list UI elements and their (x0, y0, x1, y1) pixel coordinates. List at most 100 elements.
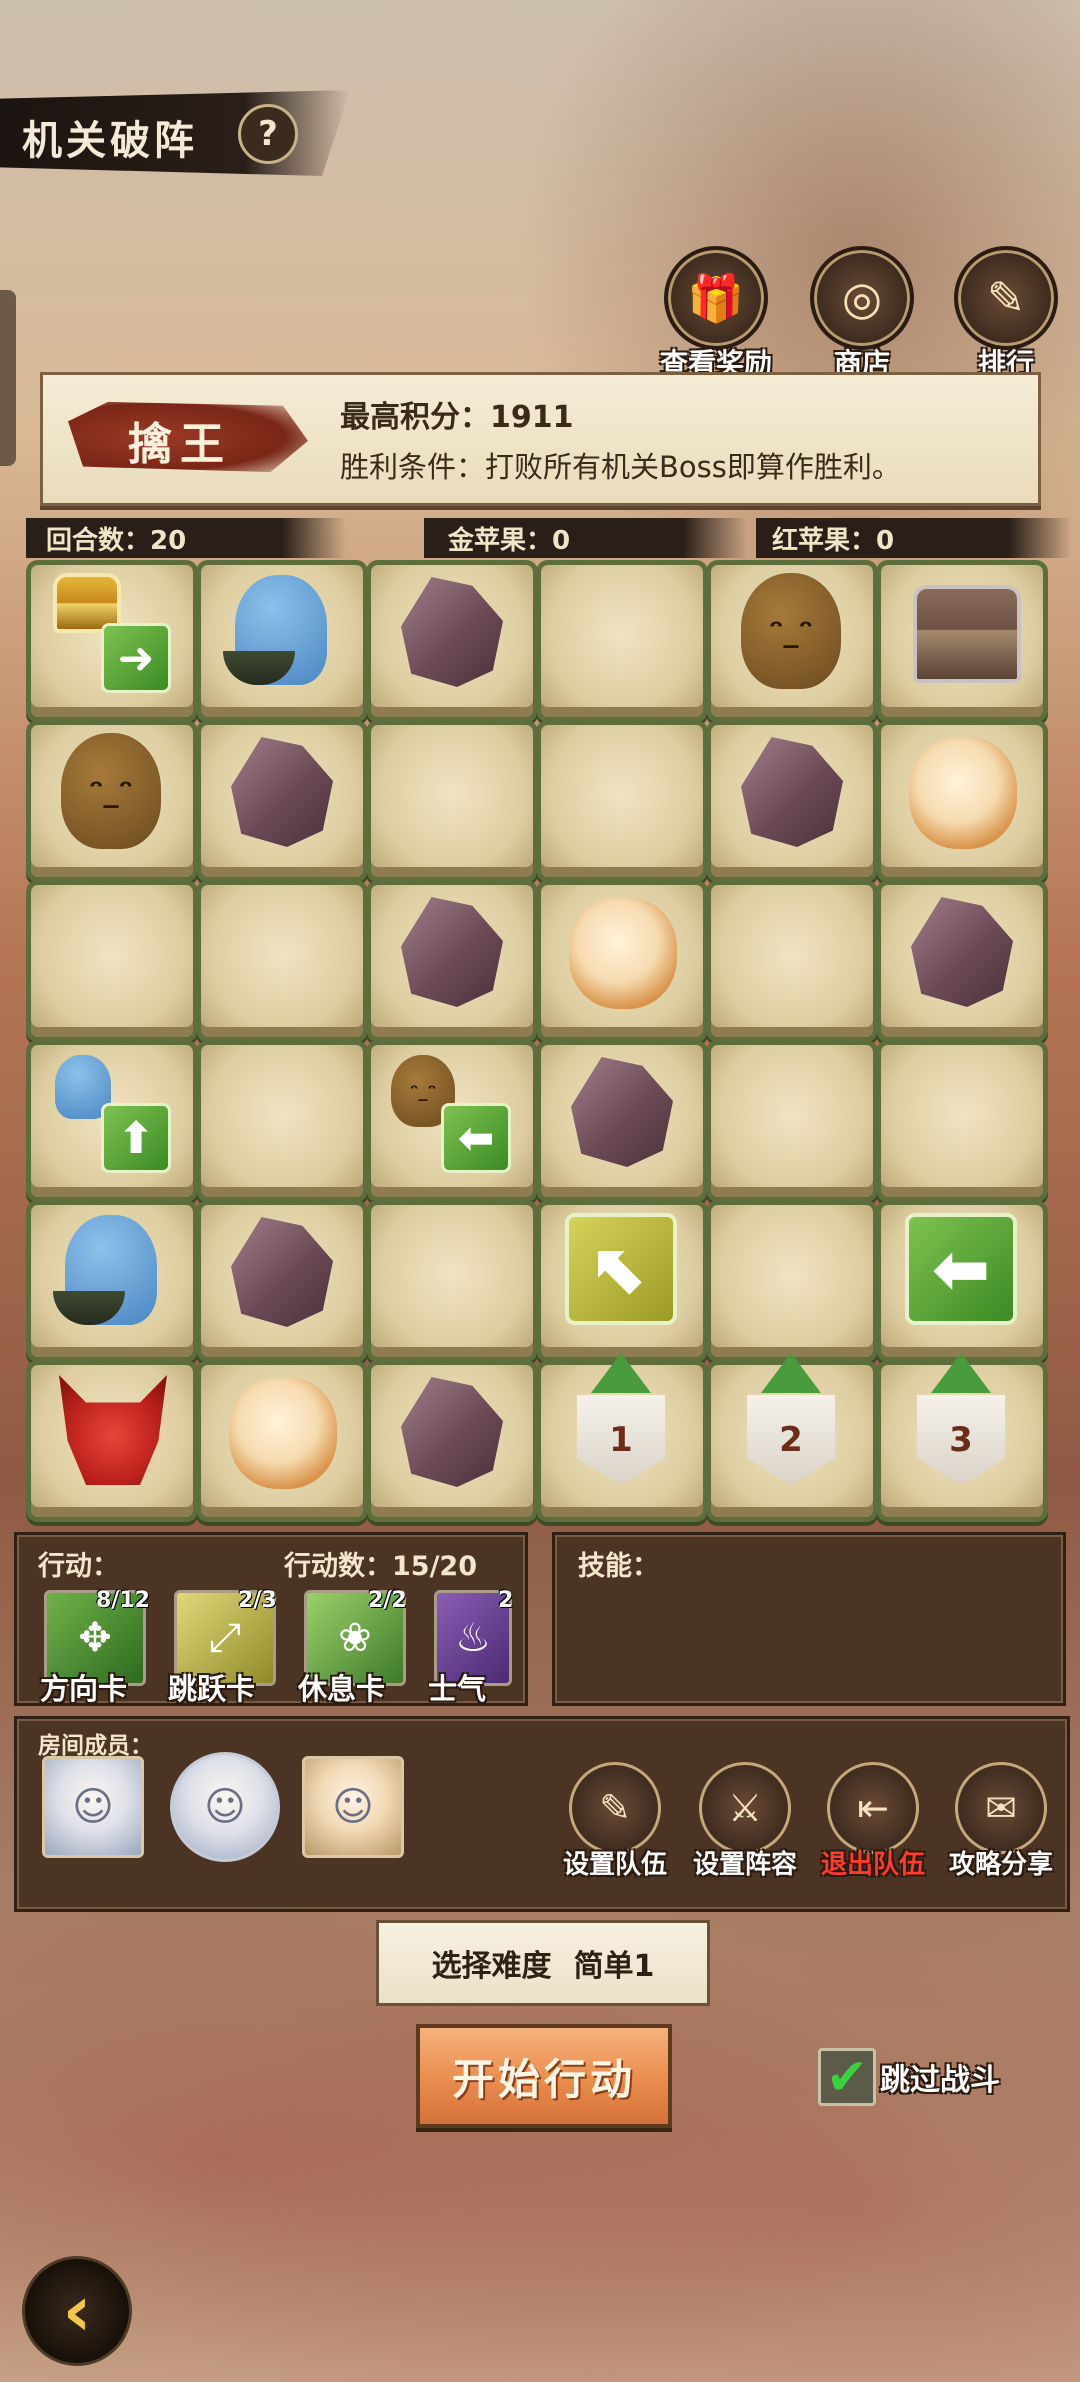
share-guide-button[interactable]: ✉ 攻略分享 (936, 1762, 1066, 1881)
red-apple-stat: 红苹果：0 (756, 518, 1072, 558)
skip-battle-checkbox[interactable]: ✔ (818, 2048, 876, 2106)
board-cell[interactable] (26, 1360, 198, 1522)
jump-card-icon: ⤢ (209, 1615, 241, 1661)
share-guide-label: 攻略分享 (948, 1850, 1053, 1880)
board-cell[interactable]: ᵔ_ᵔ ⬅ (366, 1040, 538, 1202)
board-cell[interactable] (26, 1200, 198, 1362)
lineup-button[interactable]: ⚔ 设置阵容 (680, 1762, 810, 1881)
board-cell[interactable] (196, 720, 368, 882)
board-cell[interactable] (876, 880, 1048, 1042)
board-cell[interactable] (196, 880, 368, 1042)
shiba-dog-icon (569, 897, 677, 1009)
jump-card-count: 2/3 (238, 1588, 277, 1613)
board-cell[interactable]: ⬉ (536, 1200, 708, 1362)
board-cell[interactable] (706, 880, 878, 1042)
board-cell[interactable]: ᵔ_ᵔ (26, 720, 198, 882)
skip-battle-label: 跳过战斗 (880, 2063, 1000, 2098)
actions-count: 行动数：15/20 (284, 1551, 478, 1582)
board-cell[interactable] (536, 560, 708, 722)
board-cell[interactable] (196, 1040, 368, 1202)
treasure-chest-icon (913, 585, 1021, 683)
team-setup-label: 设置队伍 (562, 1850, 667, 1880)
morale-card-label: 士气 (428, 1672, 487, 1706)
ranking-button[interactable]: ✎ 排行 (946, 246, 1066, 382)
rest-card-icon: ❀ (338, 1615, 372, 1661)
direction-card-count: 8/12 (96, 1588, 150, 1613)
difficulty-selector[interactable]: 选择难度 简单1 (376, 1920, 710, 2006)
board-cell[interactable] (366, 1360, 538, 1522)
board-cell[interactable] (26, 880, 198, 1042)
exit-team-button[interactable]: ⇤ 退出队伍 (808, 1762, 938, 1881)
help-button[interactable]: ? (238, 104, 298, 164)
exit-team-icon: ⇤ (827, 1762, 919, 1854)
rock-icon (401, 1377, 503, 1487)
board-cell[interactable] (196, 560, 368, 722)
arrow-upleft-icon: ⬉ (565, 1213, 677, 1325)
board-cell[interactable] (366, 880, 538, 1042)
member-avatar[interactable]: ☺ (302, 1756, 404, 1858)
flag-marker: 3 (917, 1395, 1005, 1485)
lineup-icon: ⚔ (699, 1762, 791, 1854)
win-condition: 胜利条件：打败所有机关Boss即算作胜利。 (340, 450, 901, 484)
board-cell[interactable]: ᵔ_ᵔ (706, 560, 878, 722)
direction-card-icon: ✥ (78, 1615, 112, 1661)
flag-marker: 2 (747, 1395, 835, 1485)
board-cell[interactable]: ⬅ (876, 1200, 1048, 1362)
difficulty-label: 选择难度 (431, 1949, 552, 1984)
rock-icon (911, 897, 1013, 1007)
board-cell[interactable] (366, 720, 538, 882)
board-cell[interactable] (366, 560, 538, 722)
board-cell[interactable] (706, 1200, 878, 1362)
game-board: ➜ ᵔ_ᵔ ᵔ_ᵔ ⬆ ᵔ_ᵔ ⬅ ⬉ ⬅ 1 2 3 (26, 560, 1048, 1522)
flag-marker: 1 (577, 1395, 665, 1485)
back-button[interactable]: ‹ (22, 2256, 132, 2366)
board-cell[interactable] (196, 1360, 368, 1522)
actions-label: 行动： (38, 1551, 119, 1582)
board-cell[interactable]: ⬆ (26, 1040, 198, 1202)
shiba-dog-icon (229, 1377, 337, 1489)
board-cell[interactable] (706, 1040, 878, 1202)
member-avatar[interactable]: ☺ (170, 1752, 280, 1862)
rounds-text: 回合数：20 (46, 525, 187, 556)
direction-card-label: 方向卡 (40, 1672, 128, 1706)
board-cell[interactable]: 1 (536, 1353, 708, 1522)
board-cell[interactable] (196, 1200, 368, 1362)
team-setup-button[interactable]: ✎ 设置队伍 (550, 1762, 680, 1881)
side-tab[interactable] (0, 290, 16, 466)
board-cell[interactable]: 3 (876, 1353, 1048, 1522)
shop-button[interactable]: ◎ 商店 (802, 246, 922, 382)
boulder-enemy-icon: ᵔ_ᵔ (61, 733, 161, 849)
board-cell[interactable] (366, 1200, 538, 1362)
start-action-button[interactable]: 开始行动 (416, 2024, 672, 2128)
high-score: 最高积分：1911 (340, 400, 574, 435)
team-setup-icon: ✎ (569, 1762, 661, 1854)
room-label: 房间成员： (38, 1733, 153, 1759)
board-cell[interactable] (706, 720, 878, 882)
exit-team-label: 退出队伍 (820, 1850, 925, 1880)
board-cell[interactable] (536, 880, 708, 1042)
board-cell[interactable]: 2 (706, 1353, 878, 1522)
rock-icon (571, 1057, 673, 1167)
gift-icon: 🎁 (664, 246, 768, 350)
red-apple-text: 红苹果：0 (772, 525, 895, 556)
board-cell[interactable] (876, 720, 1048, 882)
board-cell[interactable] (876, 1040, 1048, 1202)
board-cell[interactable] (876, 560, 1048, 722)
demon-mask-icon (59, 1375, 167, 1485)
arrow-up-icon: ⬆ (101, 1103, 171, 1173)
board-cell[interactable] (536, 720, 708, 882)
board-cell[interactable] (536, 1040, 708, 1202)
rock-icon (401, 897, 503, 1007)
page-title: 机关破阵 (22, 118, 198, 164)
ranking-icon: ✎ (954, 246, 1058, 350)
morale-card-count: 2 (498, 1588, 514, 1613)
mode-title: 擒王 (128, 419, 232, 470)
board-cell[interactable]: ➜ (26, 560, 198, 722)
rock-icon (741, 737, 843, 847)
rock-icon (231, 737, 333, 847)
member-avatar[interactable]: ☺ (42, 1756, 144, 1858)
rewards-button[interactable]: 🎁 查看奖励 (656, 246, 776, 382)
arrow-right-icon: ➜ (101, 623, 171, 693)
skills-label: 技能： (578, 1551, 659, 1582)
skip-battle-toggle[interactable]: ✔ 跳过战斗 (818, 2048, 1000, 2106)
